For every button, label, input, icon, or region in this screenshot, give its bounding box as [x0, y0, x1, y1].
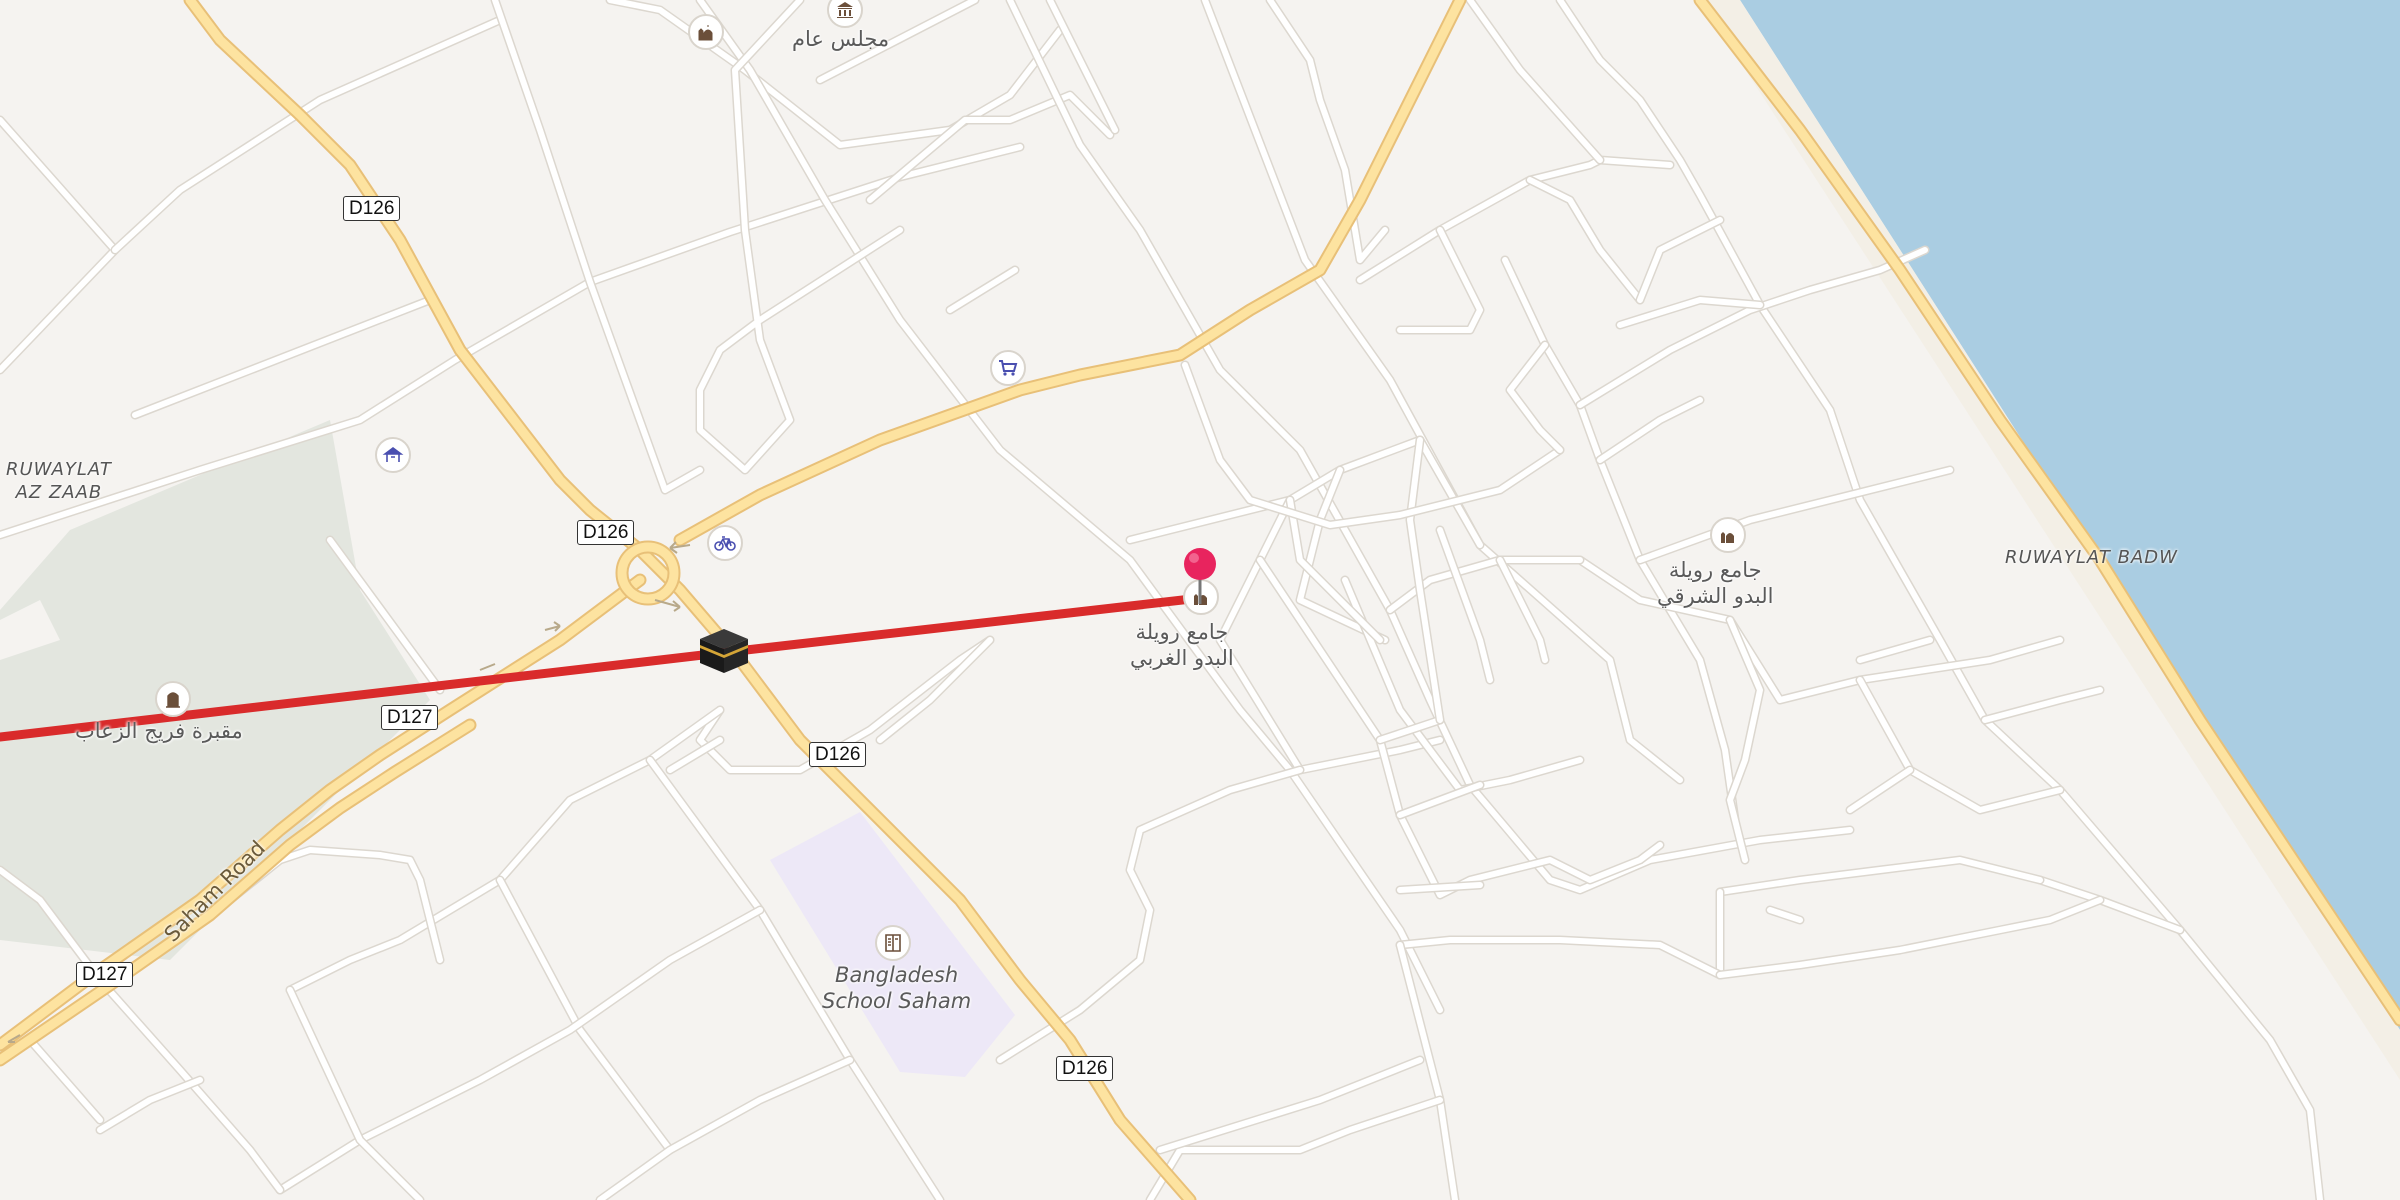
kaaba-glyph: [700, 629, 748, 673]
route-shield-d127: D127: [76, 962, 134, 987]
cemetery-icon[interactable]: [155, 681, 191, 717]
cemetery-glyph: [166, 692, 180, 708]
mosque-glyph: [698, 25, 713, 41]
mosque-icon[interactable]: [1710, 517, 1746, 553]
mosque-icon[interactable]: [688, 14, 724, 50]
place-ruwaylat-az-zaab[interactable]: RUWAYLAT AZ ZAAB: [6, 458, 112, 504]
pin-glyph: [1184, 548, 1216, 604]
label-mosque-east[interactable]: جامع رويلة البدو الشرقي: [1657, 557, 1774, 609]
label-line-2: School Saham: [822, 989, 972, 1013]
building-glyph: [837, 2, 853, 18]
label-majlis[interactable]: مجلس عام: [792, 26, 889, 52]
place-line-1: RUWAYLAT: [6, 459, 112, 480]
route-shield-d126: D126: [577, 520, 635, 545]
label-line-1: Bangladesh: [835, 963, 959, 987]
route-shield-d126: D126: [343, 196, 401, 221]
bicycle-icon[interactable]: [707, 525, 743, 561]
route-shield-d126: D126: [1056, 1056, 1114, 1081]
bicycle-glyph: [714, 536, 736, 551]
school-icon[interactable]: [875, 925, 911, 961]
kaaba-icon[interactable]: [698, 627, 750, 675]
route-shield-d127: D127: [381, 705, 439, 730]
place-ruwaylat-badw[interactable]: RUWAYLAT BADW: [2005, 546, 2178, 569]
label-line-2: البدو الغربي: [1130, 646, 1234, 670]
cart-glyph: [999, 360, 1018, 376]
playground-glyph: [382, 447, 404, 462]
route-shield-d126: D126: [809, 742, 867, 767]
place-line-2: AZ ZAAB: [15, 482, 103, 503]
shopping-cart-icon[interactable]: [990, 350, 1026, 386]
label-cemetery[interactable]: مقبرة فريج الزعاب: [75, 718, 243, 744]
label-school[interactable]: Bangladesh School Saham: [822, 962, 971, 1014]
label-line-1: جامع رويلة: [1135, 620, 1229, 644]
playground-icon[interactable]: [375, 437, 411, 473]
school-glyph: [885, 934, 901, 952]
map-pin-icon[interactable]: [1180, 546, 1220, 606]
label-mosque-west[interactable]: جامع رويلة البدو الغربي: [1130, 619, 1234, 671]
mosque-glyph: [1721, 532, 1734, 543]
label-line-2: البدو الشرقي: [1657, 584, 1774, 608]
label-line-1: جامع رويلة: [1668, 558, 1762, 582]
